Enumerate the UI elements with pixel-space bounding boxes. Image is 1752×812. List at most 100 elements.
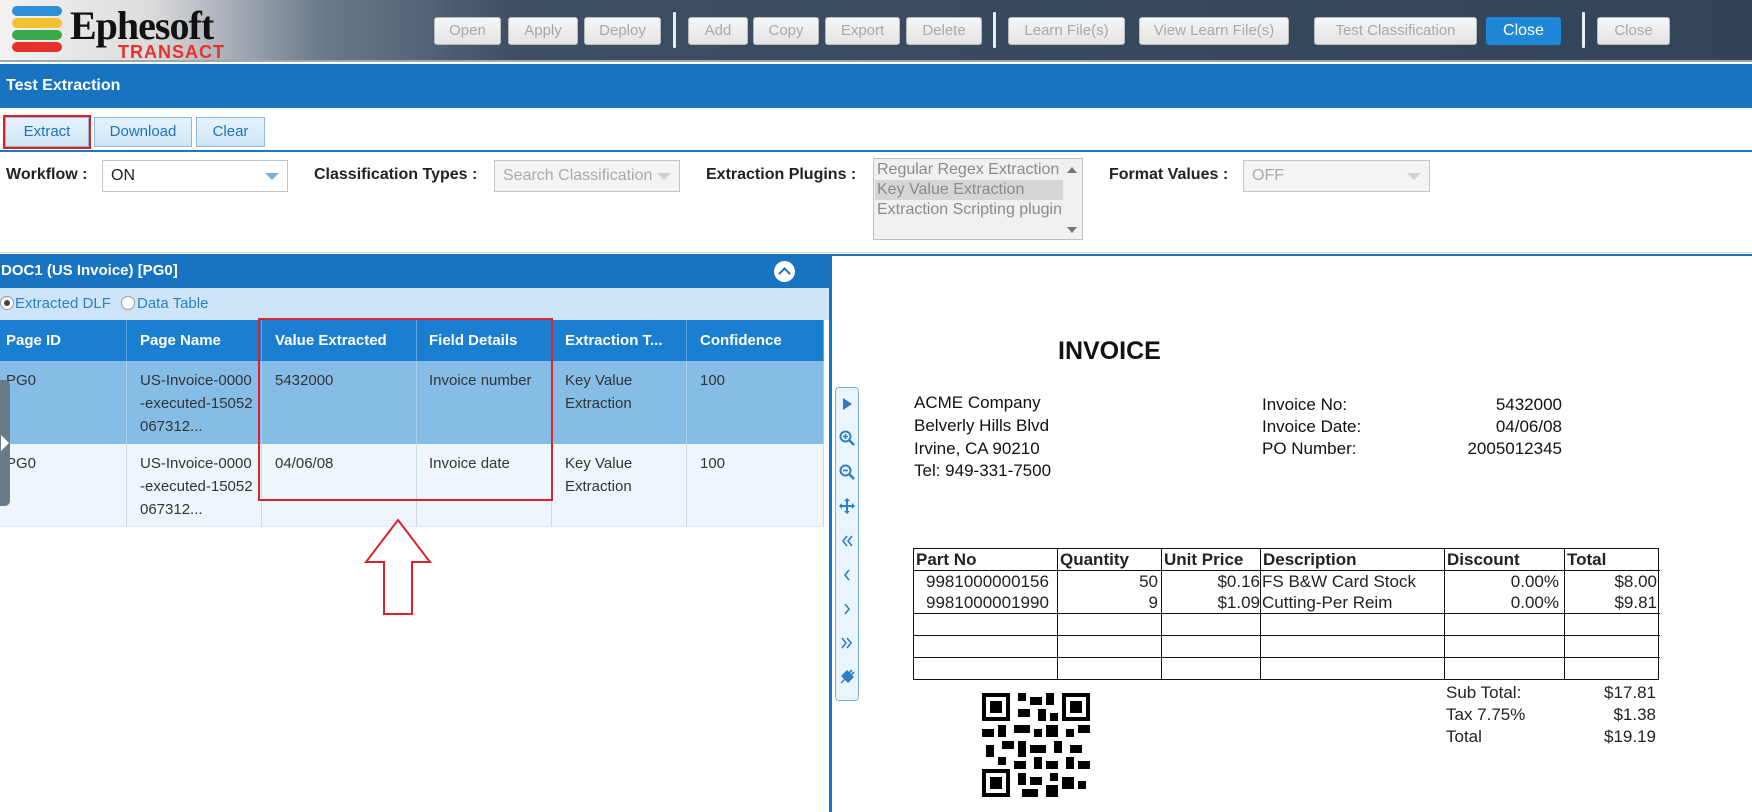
add-button[interactable]: Add: [688, 17, 748, 45]
chevron-down-icon[interactable]: [657, 173, 671, 180]
logo-stripe-red-icon: [12, 42, 62, 52]
workflow-select[interactable]: ON: [102, 160, 288, 192]
invoice-cell: $9.81: [1614, 593, 1657, 612]
data-table-radio[interactable]: [121, 296, 135, 310]
cell-confidence: 100: [687, 361, 824, 444]
subtotal-value: $17.81: [1604, 683, 1656, 702]
last-page-icon[interactable]: [839, 635, 855, 651]
data-table-label[interactable]: Data Table: [137, 295, 208, 312]
open-button[interactable]: Open: [434, 17, 501, 45]
invoice-line-items-table: Part No Quantity Unit Price Description …: [913, 548, 1660, 680]
prev-page-icon[interactable]: [839, 567, 855, 583]
column-header-page-name[interactable]: Page Name: [127, 320, 262, 361]
scroll-up-icon[interactable]: [1067, 167, 1077, 173]
invoice-cell: 0.00%: [1510, 593, 1559, 612]
invoice-title: INVOICE: [1058, 337, 1161, 365]
collapse-up-icon[interactable]: [774, 261, 795, 282]
zoom-in-icon[interactable]: [839, 430, 855, 446]
invoice-cell: $1.09: [1217, 593, 1260, 612]
apply-button[interactable]: Apply: [508, 17, 578, 45]
invoice-cell: $8.00: [1614, 572, 1657, 591]
invoice-col-unit-price: Unit Price: [1164, 550, 1244, 569]
invoice-cell: Cutting-Per Reim: [1262, 593, 1393, 612]
learn-files-button[interactable]: Learn File(s): [1008, 17, 1125, 45]
extracted-dlf-radio[interactable]: [0, 296, 14, 310]
invoice-cell: 9981000001990: [926, 593, 1049, 612]
first-page-icon[interactable]: [839, 533, 855, 549]
next-page-icon[interactable]: [839, 601, 855, 617]
toolbar-separator: [993, 12, 996, 48]
view-learn-files-button[interactable]: View Learn File(s): [1139, 17, 1289, 45]
cell-page-id: PG0: [0, 361, 127, 444]
invoice-cell: 9: [1148, 593, 1158, 612]
cell-page-name: US-Invoice-0000-executed-15052067312...: [127, 361, 262, 444]
close-button[interactable]: Close: [1597, 17, 1670, 45]
format-values-select[interactable]: OFF: [1243, 160, 1430, 192]
classification-types-input[interactable]: Search Classification: [494, 160, 680, 192]
view-toggle-row: Extracted DLF Data Table: [0, 288, 830, 320]
panel-title-bar: Test Extraction: [0, 64, 1752, 108]
subtotal-label: Sub Total:: [1446, 683, 1522, 702]
invoice-cell: FS B&W Card Stock: [1262, 572, 1416, 591]
plugin-option-selected[interactable]: Key Value Extraction: [875, 180, 1063, 200]
classification-placeholder: Search Classification: [503, 167, 653, 184]
clear-button[interactable]: Clear: [196, 117, 265, 147]
chevron-down-icon[interactable]: [1407, 173, 1421, 180]
plugin-option[interactable]: Regular Regex Extraction: [875, 160, 1059, 180]
invoice-cell: $0.16: [1217, 572, 1260, 591]
po-number-value: 2005012345: [1467, 439, 1562, 458]
column-header-page-id[interactable]: Page ID: [0, 320, 127, 361]
column-header-confidence[interactable]: Confidence: [687, 320, 824, 361]
table-gridline: [914, 613, 1660, 614]
highlight-annotation-box: [258, 318, 553, 501]
format-values-label: Format Values :: [1109, 166, 1229, 183]
workflow-value: ON: [111, 167, 135, 184]
invoice-date-value: 04/06/08: [1495, 417, 1562, 436]
invoice-company: ACME Company: [914, 393, 1041, 412]
plugin-option[interactable]: Extraction Scripting plugin: [875, 200, 1062, 220]
play-icon[interactable]: [839, 396, 855, 412]
actions-divider: [0, 150, 1752, 152]
invoice-city: Irvine, CA 90210: [914, 439, 1040, 458]
chevron-down-icon[interactable]: [265, 173, 279, 180]
scroll-down-icon[interactable]: [1067, 227, 1077, 233]
expand-side-panel-icon[interactable]: [0, 380, 10, 506]
invoice-col-description: Description: [1263, 550, 1357, 569]
up-arrow-annotation-icon: [364, 518, 432, 615]
zoom-out-icon[interactable]: [839, 464, 855, 480]
invoice-col-discount: Discount: [1447, 550, 1520, 569]
cell-extraction-type: Key Value Extraction: [552, 361, 687, 444]
extract-button[interactable]: Extract: [3, 115, 91, 149]
cell-page-name: US-Invoice-0000-executed-15052067312...: [127, 444, 262, 527]
deploy-button[interactable]: Deploy: [584, 17, 661, 45]
move-icon[interactable]: [839, 498, 855, 514]
ephesoft-logo: Ephesoft TRANSACT: [12, 4, 232, 61]
invoice-number-value: 5432000: [1495, 395, 1562, 414]
qr-code-icon: [982, 693, 1090, 797]
invoice-cell: 9981000000156: [926, 572, 1049, 591]
tax-value: $1.38: [1613, 705, 1656, 724]
close-test-extraction-button[interactable]: Close: [1486, 17, 1561, 45]
po-number-label: PO Number:: [1262, 439, 1357, 458]
download-button[interactable]: Download: [94, 117, 192, 147]
extraction-plugins-label: Extraction Plugins :: [706, 166, 857, 183]
format-values-value: OFF: [1252, 167, 1284, 184]
extraction-plugins-list[interactable]: Regular Regex Extraction Key Value Extra…: [873, 158, 1083, 240]
invoice-cell: 50: [1139, 572, 1158, 591]
copy-button[interactable]: Copy: [753, 17, 819, 45]
tax-label: Tax 7.75%: [1446, 705, 1526, 724]
logo-stripe-yellow-icon: [12, 18, 62, 28]
delete-button[interactable]: Delete: [906, 17, 982, 45]
plugins-scrollbar[interactable]: [1064, 159, 1082, 239]
total-label: Total: [1446, 727, 1482, 746]
table-gridline: [914, 657, 1660, 658]
cell-confidence: 100: [687, 444, 824, 527]
viewer-toolbar: [835, 387, 859, 701]
test-classification-button[interactable]: Test Classification: [1314, 17, 1477, 45]
invoice-street: Belverly Hills Blvd: [914, 416, 1050, 435]
extracted-dlf-label[interactable]: Extracted DLF: [15, 295, 111, 312]
invoice-col-quantity: Quantity: [1060, 550, 1129, 569]
plug-icon[interactable]: [839, 669, 855, 685]
export-button[interactable]: Export: [825, 17, 900, 45]
column-header-extraction-type[interactable]: Extraction T...: [552, 320, 687, 361]
